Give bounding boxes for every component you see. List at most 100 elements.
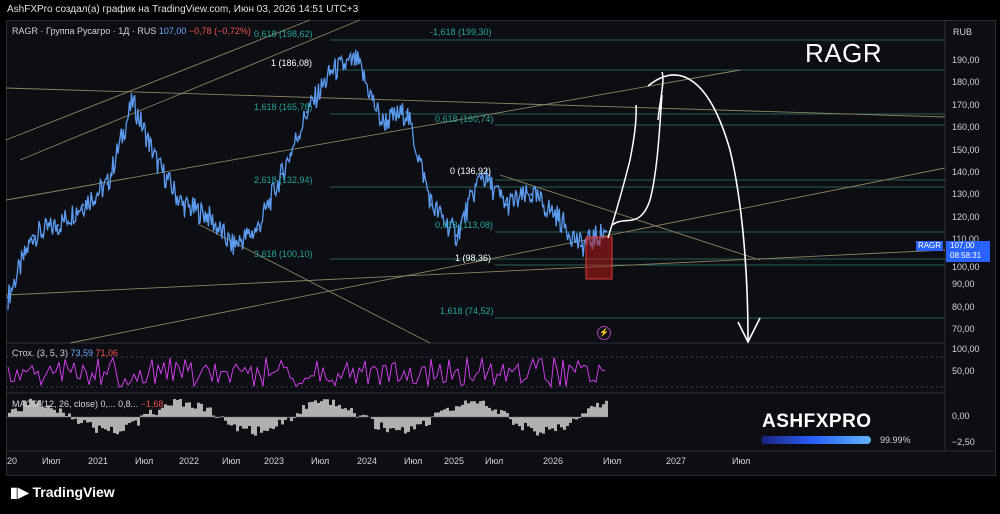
tv-logo-icon: ▮▶ (10, 484, 29, 500)
arrow-head (737, 317, 761, 344)
macd-bar (605, 400, 608, 417)
macd-bar (554, 417, 557, 432)
macd-bar (590, 406, 593, 417)
stoch-legend[interactable]: Стох. (3, 5, 3) 73,59 71,06 (12, 348, 118, 358)
macd-bar (317, 402, 320, 417)
macd-bar (53, 409, 56, 417)
macd-bar (245, 417, 248, 429)
macd-bar (413, 417, 416, 430)
macd-bar (71, 417, 74, 420)
macd-bar (113, 417, 116, 434)
macd-bar (560, 417, 563, 428)
macd-bar (116, 417, 119, 435)
macd-bar (362, 414, 365, 417)
fib-label: -1,618 (199,30) (430, 27, 492, 37)
macd-bar (167, 405, 170, 417)
macd-bar (332, 399, 335, 417)
price-point (405, 110, 408, 114)
macd-bar (80, 417, 83, 424)
price-point (56, 224, 59, 227)
macd-bar (482, 400, 485, 417)
macd-bar (11, 409, 14, 417)
macd-bar (233, 417, 236, 425)
lightning-icon[interactable]: ⚡ (597, 326, 611, 340)
macd-bar (536, 417, 539, 436)
macd-bar (86, 417, 89, 423)
macd-bar (188, 402, 191, 417)
price-point (530, 193, 533, 196)
macd-bar (473, 401, 476, 417)
macd-bar (104, 417, 107, 430)
macd-bar (170, 405, 173, 417)
fib-label: 0,618 (113,08) (435, 220, 493, 230)
macd-bar (281, 417, 284, 425)
price-point (455, 234, 458, 237)
macd-axis-tick: 0,00 (952, 411, 970, 421)
price-point (330, 69, 334, 73)
x-tick: 2027 (666, 456, 687, 466)
macd-bar (374, 417, 377, 430)
x-tick: 2021 (88, 456, 109, 466)
tradingview-logo[interactable]: ▮▶ TradingView (10, 484, 115, 501)
y-tick: 180,00 (952, 77, 980, 87)
macd-bar (200, 403, 203, 417)
price-point (505, 203, 508, 206)
price-tag: 107,00 08:58:31 (946, 241, 990, 262)
overlay-title: RAGR (805, 38, 883, 68)
macd-bar (158, 409, 161, 417)
macd-legend[interactable]: MACD (12, 26, close) 0,... 0,8... −1,68 (12, 399, 163, 409)
macd-bar (425, 417, 428, 427)
macd-bar (524, 417, 527, 423)
macd-bar (467, 403, 470, 417)
x-tick: 2026 (543, 456, 564, 466)
legend-price: 107,00 (158, 26, 187, 36)
legend-symbol: RAGR · Группа Русагро · 1Д · RUS (12, 26, 157, 36)
currency-label[interactable]: RUB (953, 27, 972, 37)
macd-label: MACD (12, 26, close) (12, 399, 99, 409)
macd-bar (299, 413, 302, 417)
macd-bar (410, 417, 413, 427)
macd-bar (311, 401, 314, 417)
brand-name: ASHFXPRO (762, 411, 872, 432)
macd-bar (581, 413, 584, 417)
macd-bar (458, 406, 461, 417)
macd-bar (191, 407, 194, 417)
macd-bar (446, 407, 449, 417)
stoch-d: 71,06 (95, 348, 119, 358)
macd-bar (593, 406, 596, 417)
macd-bar (497, 413, 500, 417)
macd-bar (236, 417, 239, 432)
macd-bar (179, 398, 182, 417)
macd-bar (527, 417, 530, 427)
macd-bar (500, 410, 503, 417)
macd-bar (404, 417, 407, 434)
highlight-box (585, 236, 613, 280)
x-tick: Июл (404, 456, 423, 466)
macd-bar (401, 417, 404, 428)
macd-bar (239, 417, 242, 427)
macd-bar (338, 404, 341, 417)
macd-bar (389, 417, 392, 429)
macd-bar (125, 417, 128, 425)
macd-bar (302, 405, 305, 417)
macd-bar (206, 407, 209, 417)
macd-bar (197, 402, 200, 417)
macd-bar (344, 408, 347, 417)
macd-bar (551, 417, 554, 429)
x-tick: Июл (135, 456, 154, 466)
macd-bar (92, 417, 95, 428)
macd-bar (305, 408, 308, 417)
fib-label: 0,618 (198,62) (254, 29, 313, 39)
price-point (206, 213, 209, 217)
macd-bar (254, 417, 257, 436)
macd-bar (533, 417, 536, 432)
macd-bar (119, 417, 122, 432)
price-point (355, 59, 358, 62)
macd-v2: 0,8... (118, 399, 139, 409)
macd-bar (269, 417, 272, 429)
macd-bar (146, 413, 149, 417)
symbol-legend[interactable]: RAGR · Группа Русагро · 1Д · RUS 107,00 … (12, 26, 251, 36)
x-tick: Июл (42, 456, 61, 466)
macd-bar (341, 408, 344, 417)
macd-bar (107, 417, 110, 431)
